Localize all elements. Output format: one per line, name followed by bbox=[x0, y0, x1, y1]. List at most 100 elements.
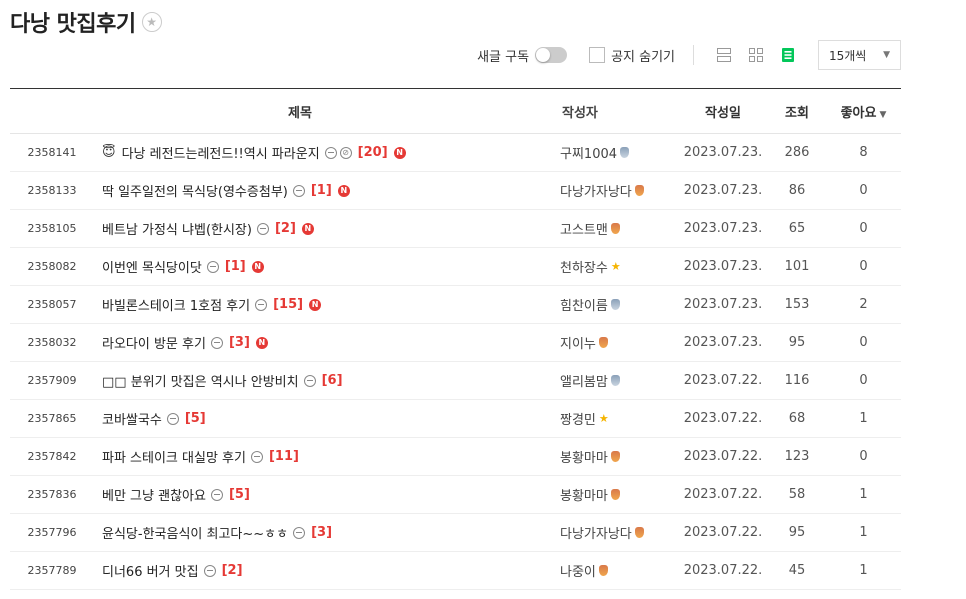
author-name-link[interactable]: 봉황마마 bbox=[560, 447, 608, 466]
like-count: 1 bbox=[859, 525, 868, 540]
bronze-medal-icon bbox=[610, 223, 620, 234]
new-badge-icon: N bbox=[301, 222, 314, 235]
author-name-link[interactable]: 고스트맨 bbox=[560, 219, 608, 238]
article-number: 2358105 bbox=[27, 222, 77, 235]
article-title-link[interactable]: 바빌론스테이크 1호점 후기 bbox=[102, 295, 250, 314]
image-attached-icon bbox=[324, 146, 337, 159]
author-cell: 다낭가자낭다 bbox=[560, 523, 678, 542]
table-row: 2358082 이번엔 목식당이닷 [1] N 천하장수 ★ 2023.07.23. 101 0 bbox=[10, 248, 901, 286]
view-count: 45 bbox=[788, 563, 806, 578]
comment-count-link[interactable]: [1] bbox=[225, 259, 246, 274]
author-name-link[interactable]: 구찌1004 bbox=[560, 143, 617, 162]
author-cell: 구찌1004 bbox=[560, 143, 678, 162]
bronze-medal-icon bbox=[598, 337, 608, 348]
per-page-select[interactable]: 15개씩 ▼ bbox=[818, 40, 901, 70]
comment-count-link[interactable]: [1] bbox=[311, 183, 332, 198]
article-title-link[interactable]: 이번엔 목식당이닷 bbox=[102, 257, 202, 276]
author-name-link[interactable]: 다낭가자낭다 bbox=[560, 523, 632, 542]
article-title-link[interactable]: 코바쌀국수 bbox=[102, 409, 162, 428]
bronze-medal-icon bbox=[634, 527, 644, 538]
view-count: 101 bbox=[784, 259, 810, 274]
attachment-icon: ⊘ bbox=[339, 146, 352, 159]
article-title-cell: 윤식당-한국음식이 최고다~~ㅎㅎ [3] bbox=[90, 523, 560, 542]
view-count: 95 bbox=[788, 335, 806, 350]
like-count: 0 bbox=[859, 221, 868, 236]
comment-count-link[interactable]: [5] bbox=[185, 411, 206, 426]
article-title-link[interactable]: 윤식당-한국음식이 최고다~~ㅎㅎ bbox=[102, 523, 288, 542]
author-name-link[interactable]: 봉황마마 bbox=[560, 485, 608, 504]
author-name-link[interactable]: 나중이 bbox=[560, 561, 596, 580]
header-likes[interactable]: 좋아요 ▼ bbox=[826, 102, 901, 121]
header-author: 작성자 bbox=[562, 105, 598, 121]
emoji-icon: 😇 bbox=[102, 145, 116, 160]
view-count: 286 bbox=[784, 145, 810, 160]
like-count: 0 bbox=[859, 183, 868, 198]
like-count: 0 bbox=[859, 259, 868, 274]
author-name-link[interactable]: 지이누 bbox=[560, 333, 596, 352]
table-body: 2358141 😇 다낭 레전드는레전드!!역시 파라운지 ⊘ [20] N 구찌1004 2… bbox=[10, 134, 901, 590]
view-count: 65 bbox=[788, 221, 806, 236]
like-count: 0 bbox=[859, 335, 868, 350]
author-cell: 봉황마마 bbox=[560, 485, 678, 504]
view-count: 95 bbox=[788, 525, 806, 540]
comment-count-link[interactable]: [20] bbox=[358, 145, 388, 160]
subscribe-toggle[interactable] bbox=[535, 47, 568, 63]
bronze-medal-icon bbox=[598, 565, 608, 576]
author-cell: 힘찬이름 bbox=[560, 295, 678, 314]
header-date: 작성일 bbox=[705, 105, 741, 121]
article-title-cell: 코바쌀국수 [5] bbox=[90, 409, 560, 428]
image-attached-icon bbox=[166, 412, 179, 425]
article-number: 2358032 bbox=[27, 336, 77, 349]
article-number: 2358141 bbox=[27, 146, 77, 159]
like-count: 1 bbox=[859, 487, 868, 502]
comment-count-link[interactable]: [15] bbox=[273, 297, 303, 312]
image-attached-icon bbox=[293, 526, 306, 539]
comment-count-link[interactable]: [2] bbox=[275, 221, 296, 236]
grid-view-icon[interactable] bbox=[746, 45, 766, 65]
image-attached-icon bbox=[203, 564, 216, 577]
image-attached-icon bbox=[255, 298, 268, 311]
comment-count-link[interactable]: [3] bbox=[229, 335, 250, 350]
chevron-down-icon: ▼ bbox=[883, 50, 890, 60]
post-date: 2023.07.23. bbox=[683, 259, 763, 274]
comment-count-link[interactable]: [11] bbox=[269, 449, 299, 464]
author-cell: 봉황마마 bbox=[560, 447, 678, 466]
author-name-link[interactable]: 앨리봄맘 bbox=[560, 371, 608, 390]
post-date: 2023.07.23. bbox=[683, 297, 763, 312]
comment-count-link[interactable]: [2] bbox=[222, 563, 243, 578]
article-title-link[interactable]: □□ 분위기 맛집은 역시나 안방비치 bbox=[102, 371, 299, 390]
article-title-cell: 딱 일주일전의 목식당(영수증첨부) [1] N bbox=[90, 181, 560, 200]
comment-count-link[interactable]: [3] bbox=[311, 525, 332, 540]
card-view-icon[interactable] bbox=[714, 45, 734, 65]
table-row: 2358032 라오다이 방문 후기 [3] N 지이누 2023.07.23. 95 0 bbox=[10, 324, 901, 362]
article-title-link[interactable]: 베만 그냥 괜찮아요 bbox=[102, 485, 206, 504]
author-name-link[interactable]: 힘찬이름 bbox=[560, 295, 608, 314]
post-date: 2023.07.22. bbox=[683, 449, 763, 464]
author-cell: 다낭가자낭다 bbox=[560, 181, 678, 200]
comment-count-link[interactable]: [6] bbox=[322, 373, 343, 388]
article-title-link[interactable]: 베트남 가정식 냐벱(한시장) bbox=[102, 219, 252, 238]
post-date: 2023.07.22. bbox=[683, 525, 763, 540]
new-badge-icon: N bbox=[309, 298, 322, 311]
article-title-link[interactable]: 디너66 버거 맛집 bbox=[102, 561, 199, 580]
checkbox-box[interactable] bbox=[589, 47, 606, 63]
article-title-link[interactable]: 다낭 레전드는레전드!!역시 파라운지 bbox=[122, 143, 320, 162]
star-outline-icon[interactable]: ★ bbox=[141, 12, 162, 32]
list-view-icon[interactable] bbox=[778, 45, 798, 65]
toolbar-divider bbox=[693, 45, 694, 65]
article-title-link[interactable]: 라오다이 방문 후기 bbox=[102, 333, 206, 352]
hide-notice-checkbox[interactable]: 공지 숨기기 bbox=[589, 46, 675, 65]
new-badge-icon: N bbox=[251, 260, 264, 273]
author-name-link[interactable]: 짱경민 bbox=[560, 409, 596, 428]
table-row: 2357842 파파 스테이크 대실망 후기 [11] 봉황마마 2023.07.22.… bbox=[10, 438, 901, 476]
author-name-link[interactable]: 천하장수 bbox=[560, 257, 608, 276]
comment-count-link[interactable]: [5] bbox=[229, 487, 250, 502]
per-page-value: 15개씩 bbox=[829, 48, 867, 63]
author-name-link[interactable]: 다낭가자낭다 bbox=[560, 181, 632, 200]
article-title-link[interactable]: 딱 일주일전의 목식당(영수증첨부) bbox=[102, 181, 288, 200]
view-count: 86 bbox=[788, 183, 806, 198]
article-title-cell: □□ 분위기 맛집은 역시나 안방비치 [6] bbox=[90, 371, 560, 390]
article-title-link[interactable]: 파파 스테이크 대실망 후기 bbox=[102, 447, 246, 466]
article-title-cell: 베만 그냥 괜찮아요 [5] bbox=[90, 485, 560, 504]
like-count: 1 bbox=[859, 411, 868, 426]
